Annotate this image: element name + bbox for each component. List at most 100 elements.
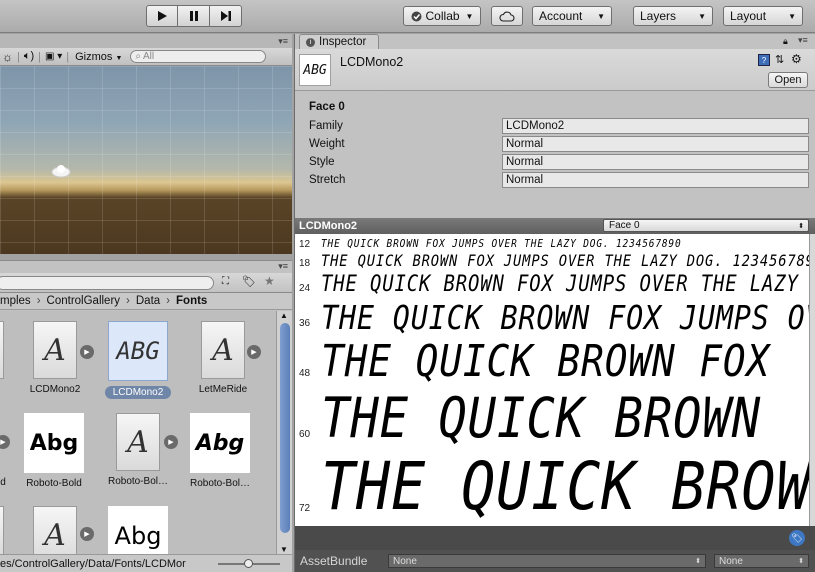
panel-menu-icon[interactable]: ▾≡ — [278, 261, 288, 272]
pause-button[interactable] — [178, 5, 210, 27]
sample-text: THE QUICK BROWN FOX JUMPS OVER THE LAZY … — [321, 251, 809, 270]
open-button[interactable]: Open — [768, 72, 808, 88]
collab-label: Collab — [425, 9, 460, 23]
property-label: Stretch — [309, 174, 346, 186]
favorite-star-icon[interactable]: ★ — [264, 274, 275, 288]
face-heading: Face 0 — [309, 101, 345, 113]
scene-panel: ▾≡ ☼ | 🔈︎) | ▣ ▾ | Gizmos ▼ ⌕ All — [0, 34, 292, 254]
font-asset-icon: ABG — [299, 54, 331, 86]
audio-icon[interactable]: 🔈︎) — [24, 50, 34, 63]
asset-label: LCDMono2 — [104, 386, 172, 399]
breadcrumb-item[interactable]: mples — [0, 295, 31, 307]
font-preview-area: 12 THE QUICK BROWN FOX JUMPS OVER THE LA… — [295, 234, 809, 526]
chevron-down-icon: ▼ — [788, 11, 796, 21]
play-button[interactable] — [146, 5, 178, 27]
property-label: Weight — [309, 138, 345, 150]
preset-sliders-icon[interactable]: ⇅ — [775, 53, 784, 66]
asset-path-bar: es/ControlGallery/Data/Fonts/LCDMor — [0, 554, 292, 572]
updown-arrows-icon: ⬍ — [798, 222, 804, 230]
expand-arrow-icon[interactable]: ▶ — [247, 345, 261, 359]
chevron-down-icon: ▼ — [115, 54, 123, 62]
expand-arrow-icon[interactable]: ▶ — [80, 345, 94, 359]
property-value-field[interactable]: Normal — [502, 154, 809, 170]
asset-item[interactable]: Abg — [98, 506, 178, 554]
updown-arrows-icon: ⬍ — [695, 558, 701, 565]
asset-path: es/ControlGallery/Data/Fonts/LCDMor — [0, 558, 186, 570]
inspector-panel: i Inspector 🔒︎ ▾≡ ABG LCDMono2 ? ⇅ ⚙ Ope… — [294, 34, 815, 572]
expand-arrow-icon[interactable]: ▶ — [164, 435, 178, 449]
panel-menu-icon[interactable]: ▾≡ — [798, 35, 808, 46]
sample-text: THE QUICK BROWN — [321, 448, 809, 525]
property-value-field[interactable]: LCDMono2 — [502, 118, 809, 134]
slider-handle[interactable] — [244, 559, 253, 568]
preview-header[interactable]: LCDMono2 Face 0 ⬍ — [295, 218, 815, 234]
breadcrumb-separator-icon: › — [126, 295, 130, 307]
breadcrumb-item[interactable]: Data — [136, 295, 160, 307]
gizmos-dropdown[interactable]: Gizmos ▼ — [75, 51, 122, 63]
scene-viewport[interactable] — [0, 66, 292, 254]
filter-by-type-icon[interactable]: ⛶ — [222, 276, 229, 287]
scene-search-input[interactable]: ⌕ All — [130, 50, 267, 63]
breadcrumb-item-current[interactable]: Fonts — [176, 295, 207, 307]
expand-arrow-icon[interactable]: ▶ — [0, 435, 10, 449]
asset-partial-label: ld — [0, 477, 6, 488]
layers-dropdown[interactable]: Layers ▼ — [633, 6, 713, 26]
play-icon — [158, 11, 167, 21]
font-preview-icon: Abg — [108, 506, 168, 554]
divider: | — [66, 50, 70, 63]
thumbnail-size-slider[interactable] — [218, 559, 280, 568]
property-row-family: Family LCDMono2 — [309, 118, 809, 134]
scene-object-icon[interactable] — [50, 163, 72, 179]
sample-size: 48 — [299, 368, 311, 379]
asset-item[interactable]: Abg Roboto-Bold — [14, 413, 94, 489]
tag-icon[interactable]: 🏷︎ — [789, 530, 805, 546]
sample-text: THE QUICK BROWN FOX JUMPS OVER — [321, 298, 809, 337]
property-label: Family — [309, 120, 343, 132]
image-effects-icon[interactable]: ▣ ▾ — [45, 51, 62, 62]
main-toolbar: Collab ▼ Account ▼ Layers ▼ Layout ▼ — [0, 0, 815, 33]
account-dropdown[interactable]: Account ▼ — [532, 6, 612, 26]
collab-dropdown[interactable]: Collab ▼ — [403, 6, 481, 26]
property-value-field[interactable]: Normal — [502, 172, 809, 188]
cloud-button[interactable] — [491, 6, 523, 26]
layout-dropdown[interactable]: Layout ▼ — [723, 6, 803, 26]
assetbundle-label: AssetBundle — [300, 554, 368, 568]
property-value-field[interactable]: Normal — [502, 136, 809, 152]
asset-label: LCDMono2 — [29, 384, 81, 395]
tab-label: Inspector — [319, 36, 367, 48]
asset-item[interactable]: Abg Roboto-Bol… — [180, 413, 260, 489]
asset-scrollbar[interactable]: ▲ ▼ — [276, 311, 292, 554]
sun-icon[interactable]: ☼ — [2, 50, 13, 64]
sample-size: 12 — [299, 239, 311, 250]
asset-item-selected[interactable]: ABG LCDMono2 — [98, 321, 178, 399]
face-select-dropdown[interactable]: Face 0 ⬍ — [603, 219, 809, 232]
gizmos-label: Gizmos — [75, 50, 113, 63]
scene-search-placeholder: All — [142, 51, 155, 62]
gear-icon[interactable]: ⚙ — [791, 52, 802, 66]
project-search-input[interactable] — [0, 276, 214, 290]
breadcrumb-item[interactable]: ControlGallery — [47, 295, 121, 307]
lock-icon[interactable]: 🔒︎ — [783, 36, 788, 47]
sample-size: 36 — [299, 318, 311, 329]
font-file-icon: A — [33, 321, 77, 379]
expand-arrow-icon[interactable]: ▶ — [80, 527, 94, 541]
face-select-value: Face 0 — [609, 220, 640, 231]
inspector-header: ABG LCDMono2 ? ⇅ ⚙ — [295, 49, 815, 91]
tab-inspector[interactable]: i Inspector — [299, 34, 379, 49]
help-book-icon[interactable]: ? — [758, 54, 770, 66]
font-file-icon: A — [116, 413, 160, 471]
scrollbar-thumb[interactable] — [280, 323, 290, 533]
assetbundle-name-dropdown[interactable]: None ⬍ — [388, 554, 706, 568]
step-button[interactable] — [210, 5, 242, 27]
asset-partial-thumb[interactable] — [0, 321, 4, 379]
scroll-down-icon[interactable]: ▼ — [280, 545, 288, 554]
preview-scrollbar[interactable] — [809, 234, 815, 526]
assetbundle-variant-dropdown[interactable]: None ⬍ — [714, 554, 809, 568]
asset-partial-thumb[interactable] — [0, 506, 4, 554]
scroll-up-icon[interactable]: ▲ — [280, 311, 288, 320]
divider: | — [38, 50, 41, 63]
filter-by-label-icon[interactable]: 🏷︎ — [242, 275, 256, 288]
panel-menu-icon[interactable]: ▾≡ — [278, 36, 288, 47]
asset-item[interactable]: A Roboto-Bol… — [98, 413, 178, 487]
property-row-style: Style Normal — [309, 154, 809, 170]
